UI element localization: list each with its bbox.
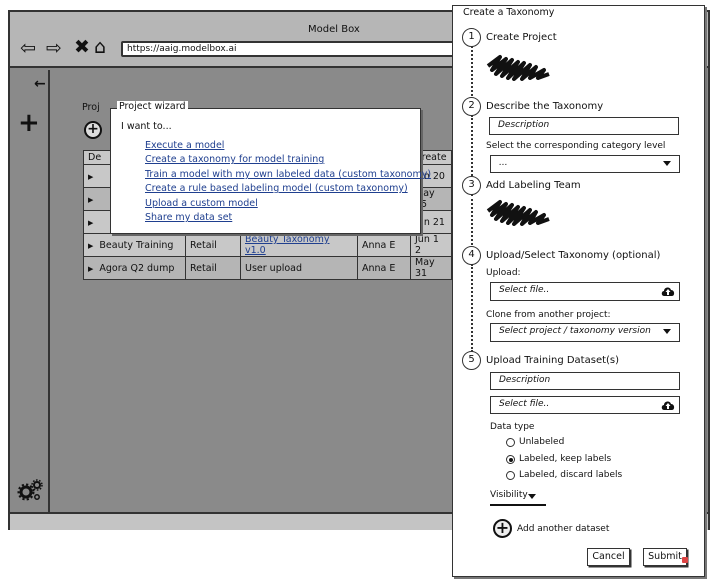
table-cell: User upload [240,256,358,280]
taxonomy-file-input[interactable]: Select file.. [490,282,680,301]
window-title: Model Box [308,24,360,35]
project-wizard-dialog: I want to... Execute a model Create a ta… [110,108,431,234]
table-cell: Retail [185,233,241,257]
wizard-option-rule-based[interactable]: Create a rule based labeling model (cust… [145,183,408,194]
expand-triangle-icon[interactable]: ▶ [88,219,93,227]
table-cell: Anna E [357,233,411,257]
left-sidebar: ← + [10,70,50,512]
chevron-down-icon [528,494,536,499]
table-cell: Retail [185,256,241,280]
chevron-down-icon [663,161,671,166]
url-bar[interactable]: https://aaig.modelbox.ai [121,41,481,57]
data-type-label: Data type [490,422,535,432]
scribble-placeholder [486,200,550,226]
cloud-upload-icon[interactable] [661,285,675,297]
table-cell: Beauty Taxonomy v1.0 [240,233,358,257]
wizard-option-upload-model[interactable]: Upload a custom model [145,198,258,209]
visibility-label: Visibility [490,490,528,500]
plus-icon[interactable]: + [18,110,40,136]
step-number: 2 [462,97,481,116]
radio-label: Labeled, discard labels [519,470,623,480]
radio-unlabeled[interactable] [506,438,515,447]
project-name: Beauty Training [99,239,174,251]
file-placeholder: Select file.. [499,399,550,409]
table-cell: Anna E [357,256,411,280]
wizard-option-share-data[interactable]: Share my data set [145,212,232,223]
back-arrow-icon[interactable]: ⇦ [20,38,36,58]
visibility-dropdown[interactable]: Visibility [490,489,546,506]
wizard-option-train-model[interactable]: Train a model with my own labeled data (… [145,169,431,180]
table-row[interactable]: ▶ Agora Q2 dump Retail User upload Anna E… [83,256,452,280]
wizard-option-create-taxonomy[interactable]: Create a taxonomy for model training [145,154,324,165]
wizard-prompt: I want to... [121,121,172,132]
clone-project-select[interactable]: Select project / taxonomy version [490,323,680,342]
close-x-icon[interactable]: ✖ [74,37,90,57]
cloud-upload-icon[interactable] [661,399,675,411]
category-level-select[interactable]: ... [490,155,680,173]
expand-triangle-icon[interactable]: ▶ [88,173,93,181]
category-level-label: Select the corresponding category level [486,141,666,151]
taxonomy-description-input[interactable]: Description [489,117,679,135]
dataset-description-input[interactable]: Description [490,372,680,390]
wizard-option-execute-model[interactable]: Execute a model [145,140,224,151]
step-number: 5 [462,351,481,370]
table-cell: ▶ Agora Q2 dump [83,256,186,280]
radio-labeled-keep[interactable] [506,455,515,464]
table-cell: ▶ Beauty Training [83,233,186,257]
step-heading: Describe the Taxonomy [486,101,604,112]
taxonomy-link[interactable]: Beauty Taxonomy v1.0 [245,234,329,256]
step-heading: Add Labeling Team [486,180,581,191]
step-connector [471,115,473,179]
step-connector [471,264,473,352]
wizard-title: Project wizard [117,101,188,112]
gears-icon[interactable] [17,478,43,502]
table-cell: May 31 [410,256,452,280]
project-name: Agora Q2 dump [99,262,175,274]
submit-button[interactable]: Submit [643,548,687,566]
step-heading: Create Project [486,32,557,43]
step-heading: Upload/Select Taxonomy (optional) [486,250,661,261]
step-connector [471,194,473,245]
home-icon[interactable]: ⌂ [94,37,106,57]
step-number: 3 [462,176,481,195]
cursor-marker-icon [682,557,688,563]
scribble-placeholder [486,55,550,81]
file-placeholder: Select file.. [499,285,550,295]
clone-project-value: Select project / taxonomy version [499,326,651,336]
radio-label: Unlabeled [519,437,565,447]
expand-triangle-icon[interactable]: ▶ [88,196,93,204]
radio-label: Labeled, keep labels [519,454,612,464]
left-arrow-icon[interactable]: ← [34,76,46,92]
expand-triangle-icon[interactable]: ▶ [88,242,93,250]
panel-title: Create a Taxonomy [460,7,558,18]
step-heading: Upload Training Dataset(s) [486,355,620,366]
projects-label: Proj [82,102,100,113]
step-number: 4 [462,246,481,265]
radio-labeled-discard[interactable] [506,471,515,480]
add-dataset-label[interactable]: Add another dataset [517,524,609,534]
clone-label: Clone from another project: [486,310,611,320]
step-connector [471,46,473,100]
forward-arrow-icon[interactable]: ⇨ [46,38,62,58]
table-row[interactable]: ▶ Beauty Training Retail Beauty Taxonomy … [83,233,452,257]
step-number: 1 [462,28,481,47]
dataset-file-input[interactable]: Select file.. [490,396,680,414]
upload-label: Upload: [486,268,521,278]
add-dataset-icon[interactable]: + [493,519,512,538]
table-cell: Jun 1 2 [410,233,452,257]
chevron-down-icon [663,329,671,334]
cancel-button[interactable]: Cancel [587,548,630,566]
add-project-button[interactable]: + [84,121,102,139]
expand-triangle-icon[interactable]: ▶ [88,265,93,273]
category-level-value: ... [499,158,508,168]
